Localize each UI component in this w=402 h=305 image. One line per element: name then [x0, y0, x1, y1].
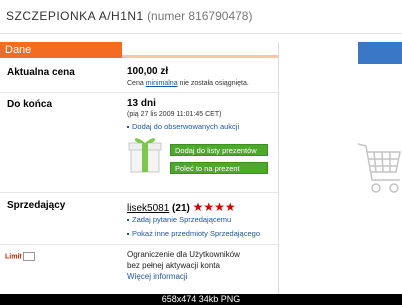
auction-details-panel: Dane Aktualna cena 100,00 zł Cena minima…: [0, 42, 279, 294]
image-info-footer: 658x474 34kb PNG: [0, 294, 402, 305]
row-divider: [0, 244, 278, 245]
row-divider: [0, 192, 278, 193]
page-title: SZCZEPIONKA A/H1N1 (numer 816790478): [6, 9, 252, 23]
ending-value: 13 dni: [127, 98, 156, 109]
watch-link[interactable]: Dodaj do obserwowanych aukcji: [127, 122, 239, 131]
auction-page: SZCZEPIONKA A/H1N1 (numer 816790478) Dan…: [0, 0, 402, 305]
bullet-icon: [127, 233, 129, 236]
price-note-prefix: Cena: [127, 80, 144, 87]
seller-items-link-text[interactable]: Pokaż inne przedmioty Sprzedającego: [132, 229, 260, 238]
limit-logo: Limit: [5, 252, 35, 261]
blue-banner: [358, 42, 402, 64]
seller-stars: ★★★★: [192, 200, 236, 214]
seller-rating: (21): [172, 203, 190, 214]
recommend-as-gift-button[interactable]: Poleć to na prezent: [170, 162, 268, 174]
ask-seller-link[interactable]: Zadaj pytanie Sprzedającemu: [127, 215, 231, 224]
auction-number: (numer 816790478): [147, 9, 253, 23]
section-header: Dane: [0, 42, 122, 58]
row-divider: [0, 92, 278, 93]
ask-seller-link-text[interactable]: Zadaj pytanie Sprzedającemu: [132, 215, 231, 224]
auction-title: SZCZEPIONKA A/H1N1: [6, 9, 144, 23]
seller-info: lisek5081 (21) ★★★★: [127, 200, 236, 214]
section-header-line: [122, 55, 278, 58]
limit-logo-text: Limit: [5, 253, 22, 261]
envelope-icon: [22, 252, 35, 261]
limit-line-1: Ograniczenie dla Użytkowników: [127, 250, 240, 259]
watch-link-text[interactable]: Dodaj do obserwowanych aukcji: [132, 122, 239, 131]
bullet-icon: [127, 219, 129, 222]
seller-items-link[interactable]: Pokaż inne przedmioty Sprzedającego: [127, 229, 260, 238]
seller-label: Sprzedający: [7, 200, 66, 211]
price-label: Aktualna cena: [7, 67, 75, 78]
gift-box-icon: [127, 132, 163, 174]
price-note-suffix: nie została osiągnięta.: [179, 80, 249, 87]
limit-line-2: bez pełnej aktywacji konta: [127, 261, 220, 270]
add-to-gift-list-button[interactable]: Dodaj do listy prezentów: [170, 144, 268, 156]
shopping-cart-icon: [356, 140, 402, 205]
ending-date: (pią 27 lis 2009 11:01:45 CET): [127, 111, 222, 118]
bullet-icon: [127, 126, 129, 129]
seller-name-link[interactable]: lisek5081: [127, 203, 169, 214]
price-note: Cena minimalna nie została osiągnięta.: [127, 80, 249, 87]
minimal-price-link[interactable]: minimalna: [146, 80, 178, 87]
price-value: 100,00 zł: [127, 66, 169, 77]
ending-label: Do końca: [7, 99, 53, 110]
more-info-link[interactable]: Więcej informacji: [127, 272, 187, 281]
title-bar: SZCZEPIONKA A/H1N1 (numer 816790478): [0, 0, 402, 34]
